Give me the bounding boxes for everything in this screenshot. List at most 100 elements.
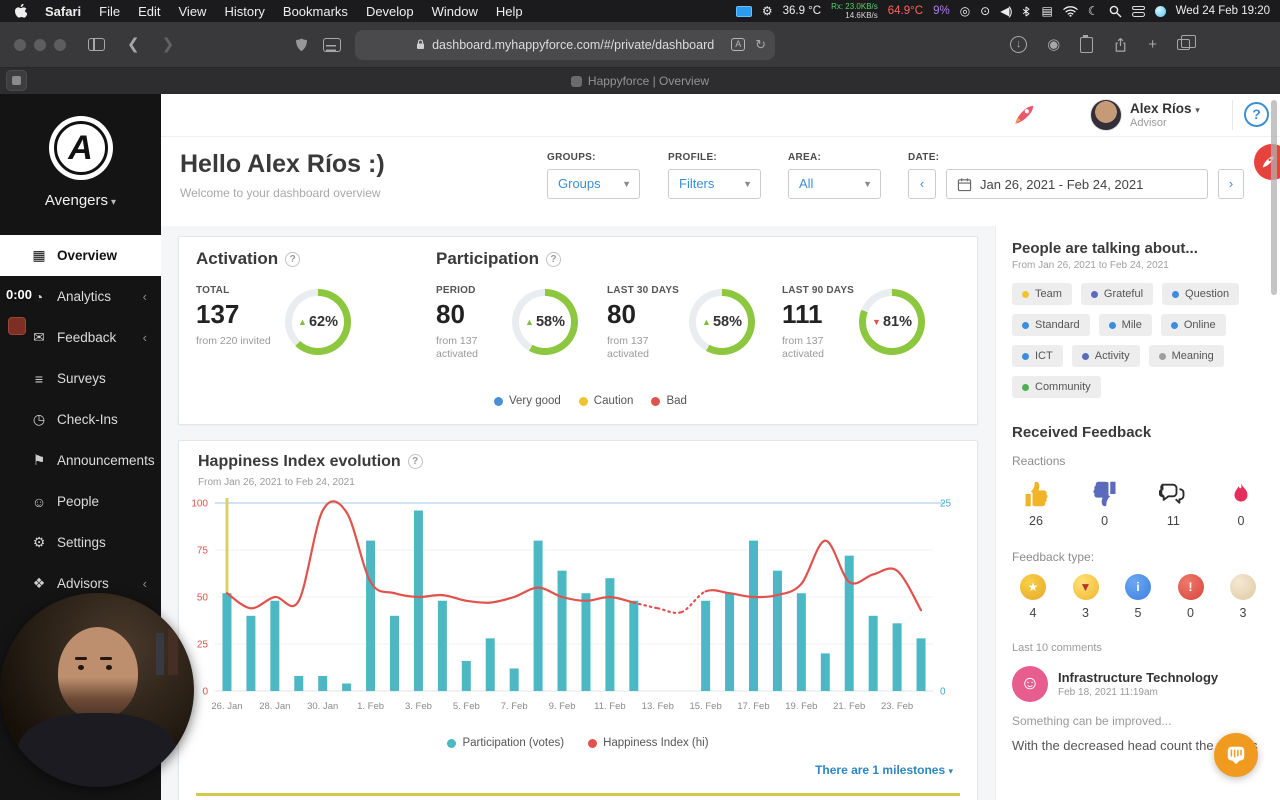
tag-team[interactable]: Team <box>1012 283 1072 305</box>
sidebar-item-check-ins[interactable]: ◷ Check-Ins <box>0 399 161 440</box>
address-bar[interactable]: dashboard.myhappyforce.com/#/private/das… <box>355 29 776 60</box>
comment-author: Infrastructure Technology <box>1058 670 1219 685</box>
milestone-timeline-bar <box>196 793 960 796</box>
keyboard-icon[interactable]: ▤ <box>1041 5 1052 17</box>
pinned-tab[interactable] <box>6 70 27 91</box>
forward-button[interactable]: ❯ <box>162 37 175 52</box>
menu-safari[interactable]: Safari <box>45 4 81 19</box>
screen-record-icon[interactable]: ◉ <box>1047 37 1060 52</box>
reload-icon[interactable]: ↻ <box>755 38 766 51</box>
help-button[interactable]: ? <box>1244 102 1269 127</box>
net-rx: Rx: 23.0KB/s <box>831 1 878 11</box>
trend-arrow-icon: ▲ <box>298 317 307 327</box>
reactions-row: 26 0 11 0 <box>1012 480 1264 528</box>
date-next-button[interactable]: › <box>1218 169 1244 199</box>
profile-filter-select[interactable]: Filters ▼ <box>668 169 761 199</box>
bluetooth-icon[interactable] <box>1021 5 1031 18</box>
tag-dot <box>1022 321 1029 329</box>
tab-overview-icon[interactable] <box>1177 35 1196 50</box>
area-filter-select[interactable]: All ▼ <box>788 169 881 199</box>
downloads-icon[interactable]: ↓ <box>1010 36 1028 53</box>
search-icon[interactable] <box>1109 5 1122 18</box>
user-menu[interactable]: Alex Ríos ▾ <box>1130 101 1200 116</box>
sidebar-item-people[interactable]: ☺ People <box>0 481 161 522</box>
right-panel: People are talking about... From Jan 26,… <box>995 226 1280 800</box>
date-range-input[interactable]: Jan 26, 2021 - Feb 24, 2021 <box>946 169 1208 199</box>
svg-text:21. Feb: 21. Feb <box>833 701 865 712</box>
date-filter-label: DATE: <box>908 152 940 163</box>
tag-activity[interactable]: Activity <box>1071 345 1140 367</box>
airplay-audio-icon[interactable]: ◎ <box>960 5 970 17</box>
gear-icon[interactable]: ⚙ <box>762 5 773 17</box>
new-tab-icon[interactable]: + <box>1148 37 1157 52</box>
user-avatar[interactable] <box>1090 99 1122 131</box>
sidebar-toggle-icon[interactable] <box>88 38 105 51</box>
zoom-window-button[interactable] <box>54 38 66 51</box>
tag-standard[interactable]: Standard <box>1012 314 1090 336</box>
svg-text:25: 25 <box>940 499 952 510</box>
tag-dot <box>1108 321 1116 329</box>
menu-file[interactable]: File <box>99 4 120 19</box>
chart-legend: Participation (votes) Happiness Index (h… <box>179 737 977 749</box>
rocket-icon[interactable] <box>1011 102 1037 128</box>
participation-30d-stat: LAST 30 DAYS 80 from 137 activated <box>607 285 680 361</box>
sidebar-item-settings[interactable]: ⚙ Settings <box>0 522 161 563</box>
scrollbar-thumb[interactable] <box>1271 100 1277 295</box>
menu-edit[interactable]: Edit <box>138 4 160 19</box>
privacy-shield-icon[interactable] <box>294 37 309 53</box>
user-strip: Alex Ríos ▾ Advisor ? <box>161 94 1280 137</box>
announcements-icon: ⚑ <box>32 452 46 468</box>
sidebar-item-surveys[interactable]: ≡ Surveys <box>0 358 161 399</box>
control-center-icon[interactable] <box>1131 5 1145 17</box>
menu-window[interactable]: Window <box>432 4 478 19</box>
tag-meaning[interactable]: Meaning <box>1148 345 1224 367</box>
record-status-icon[interactable]: ⊙ <box>980 5 990 17</box>
svg-text:0: 0 <box>202 687 208 698</box>
help-icon[interactable]: ? <box>545 252 561 267</box>
menu-help[interactable]: Help <box>496 4 523 19</box>
org-switcher[interactable]: Avengers ▾ <box>0 192 161 209</box>
volume-icon[interactable]: ◀) <box>1000 5 1012 17</box>
wifi-icon[interactable] <box>1063 5 1078 17</box>
tag-ict[interactable]: ICT <box>1012 345 1063 367</box>
tag-mile[interactable]: Mile <box>1098 314 1152 336</box>
reader-view-icon[interactable] <box>323 37 342 52</box>
translate-icon[interactable]: A <box>731 38 746 51</box>
help-icon[interactable]: ? <box>285 252 301 267</box>
menu-history[interactable]: History <box>224 4 264 19</box>
focus-moon-icon[interactable]: ☾ <box>1088 5 1099 17</box>
weather-icon[interactable] <box>1154 5 1166 17</box>
tag-question[interactable]: Question <box>1162 283 1240 305</box>
menu-view[interactable]: View <box>179 4 207 19</box>
recording-stop-button[interactable] <box>8 317 26 335</box>
share-icon[interactable] <box>1113 37 1128 53</box>
minimize-window-button[interactable] <box>34 38 46 51</box>
page-header: Alex Ríos ▾ Advisor ? Hello Alex Ríos :)… <box>161 94 1280 226</box>
apple-logo-icon[interactable] <box>14 3 27 19</box>
tag-dot <box>1022 352 1029 360</box>
sidebar-item-announcements[interactable]: ⚑ Announcements <box>0 440 161 481</box>
menu-bookmarks[interactable]: Bookmarks <box>283 4 348 19</box>
tag-online[interactable]: Online <box>1160 314 1226 336</box>
tag-community[interactable]: Community <box>1012 376 1101 398</box>
caret-down-icon: ▾ <box>111 197 117 208</box>
intercom-chat-button[interactable] <box>1214 733 1258 777</box>
active-tab-title[interactable]: Happyforce | Overview <box>588 74 709 88</box>
help-icon[interactable]: ? <box>407 454 423 469</box>
type-idea: i 5 <box>1125 574 1151 620</box>
org-logo[interactable]: A <box>48 116 113 180</box>
sidebar-item-overview[interactable]: ▦ Overview <box>0 235 161 276</box>
tag-grateful[interactable]: Grateful <box>1080 283 1154 305</box>
close-window-button[interactable] <box>14 38 26 51</box>
date-prev-button[interactable]: ‹ <box>908 169 936 199</box>
menubar-clock[interactable]: Wed 24 Feb 19:20 <box>1176 5 1270 17</box>
screen-mirroring-icon[interactable] <box>735 5 752 17</box>
window-controls[interactable] <box>0 38 66 51</box>
overview-icon: ▦ <box>32 247 46 263</box>
type-recognition: ▼ 3 <box>1072 574 1099 620</box>
clipboard-icon[interactable] <box>1080 34 1094 53</box>
menu-develop[interactable]: Develop <box>366 4 414 19</box>
back-button[interactable]: ❮ <box>127 37 140 52</box>
milestones-link[interactable]: There are 1 milestones ▾ <box>815 763 953 777</box>
groups-filter-select[interactable]: Groups ▼ <box>547 169 640 199</box>
